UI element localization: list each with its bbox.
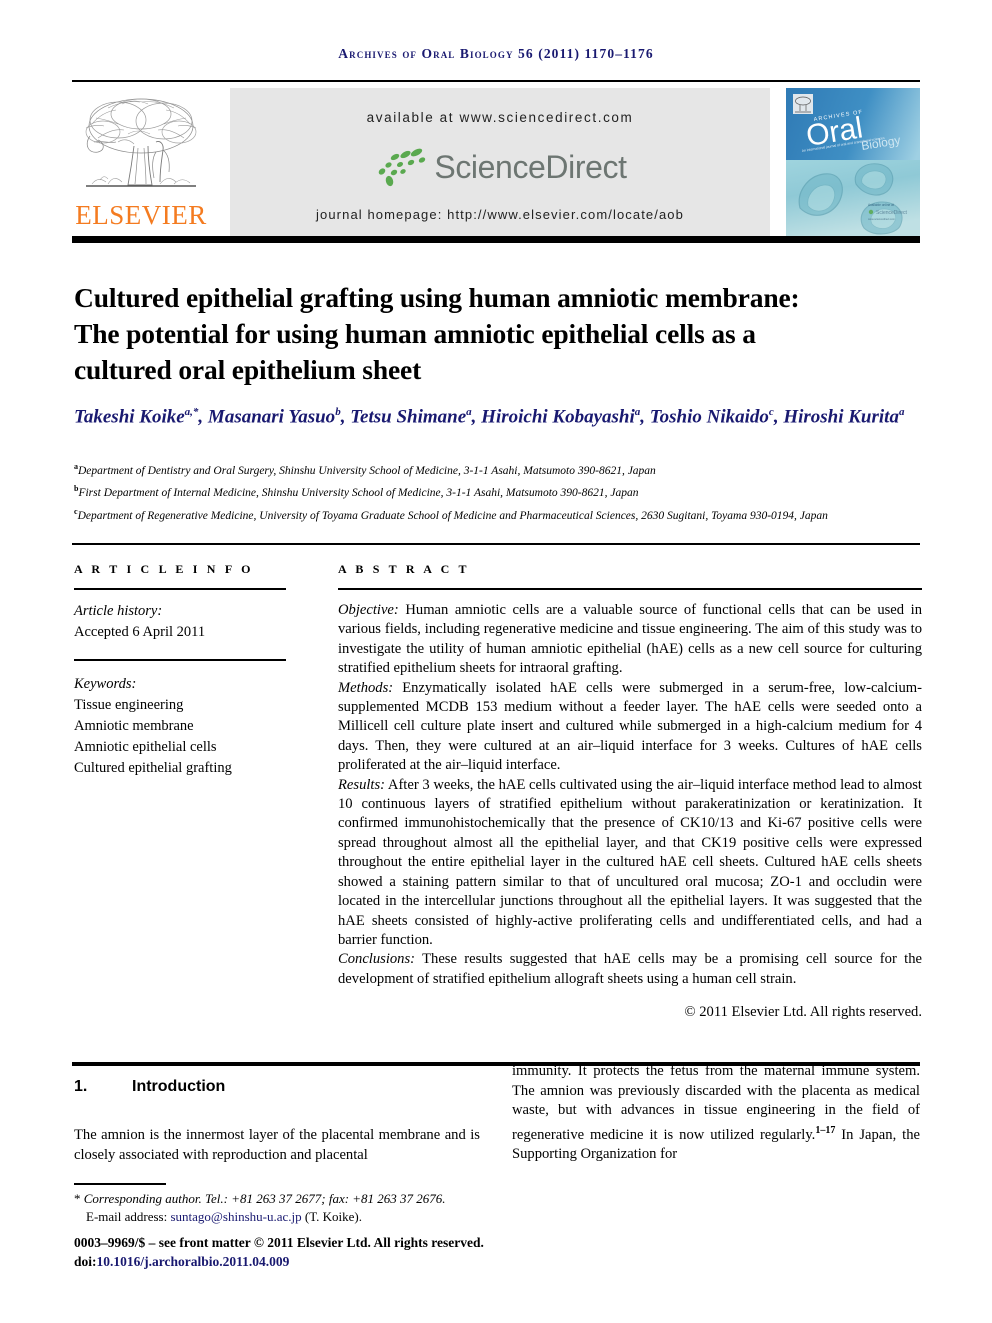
article-history-block: Article history: Accepted 6 April 2011 <box>74 601 286 643</box>
abstract-heading: A B S T R A C T <box>338 562 470 576</box>
sciencedirect-swoosh-icon <box>379 148 426 187</box>
article-history-value: Accepted 6 April 2011 <box>74 624 206 640</box>
abstract-section-text: Enzymatically isolated hAE cells were su… <box>338 679 922 774</box>
abstract-section-text: After 3 weeks, the hAE cells cultivated … <box>338 776 922 948</box>
front-matter-block: 0003–9969/$ – see front matter © 2011 El… <box>74 1233 534 1271</box>
body-column-right: immunity. It protects the fetus from the… <box>512 1062 920 1164</box>
page-title: Cultured epithelial grafting using human… <box>74 282 800 386</box>
footnote-rule <box>74 1183 166 1185</box>
abstract-section-text: These results suggested that hAE cells m… <box>338 951 922 987</box>
elsevier-logo-cell: ELSEVIER <box>72 88 210 236</box>
elsevier-wordmark: ELSEVIER <box>75 200 207 230</box>
abstract-section-heading: Conclusions: <box>338 951 416 968</box>
journal-cover-image: ARCHIVES OF Oral Biology An internationa… <box>786 88 920 236</box>
running-head: Archives of Oral Biology 56 (2011) 1170–… <box>338 46 654 61</box>
abstract-section: Objective: Human amniotic cells are a va… <box>338 601 922 679</box>
affiliation-item: aDepartment of Dentistry and Oral Surger… <box>74 458 924 480</box>
sciencedirect-logo: ScienceDirect <box>230 140 770 194</box>
section-number: 1. <box>74 1078 88 1095</box>
doi-label: doi: <box>74 1254 97 1269</box>
header-bottom-rule <box>72 236 920 243</box>
abstract-body: Objective: Human amniotic cells are a va… <box>338 601 922 1023</box>
email-owner: (T. Koike). <box>304 1209 363 1224</box>
doi-line: doi:10.1016/j.archoralbio.2011.04.009 <box>74 1252 534 1271</box>
abstract-rule <box>338 588 922 590</box>
affiliation-text: Department of Dentistry and Oral Surgery… <box>78 464 656 477</box>
body-paragraph: immunity. It protects the fetus from the… <box>512 1062 920 1164</box>
keyword-item: Amniotic epithelial cells <box>74 739 217 755</box>
abstract-section-heading: Objective: <box>338 602 399 618</box>
keywords-rule <box>74 659 286 661</box>
keyword-item: Tissue engineering <box>74 697 184 713</box>
corresponding-author-note: * Corresponding author. Tel.: +81 263 37… <box>74 1190 504 1208</box>
abstract-section: Methods: Enzymatically isolated hAE cell… <box>338 679 922 776</box>
affiliation-text: First Department of Internal Medicine, S… <box>78 487 639 500</box>
citation-reference[interactable]: 1–17 <box>815 1125 835 1136</box>
keyword-item: Amniotic membrane <box>74 718 194 734</box>
journal-article-page: Archives of Oral Biology 56 (2011) 1170–… <box>0 0 992 1323</box>
email-label: E-mail address: <box>86 1209 168 1224</box>
corresponding-author-text: Corresponding author. Tel.: +81 263 37 2… <box>83 1191 446 1206</box>
affiliation-item: bFirst Department of Internal Medicine, … <box>74 480 924 502</box>
article-history-label: Article history: <box>74 603 163 619</box>
journal-homepage-text[interactable]: journal homepage: http://www.elsevier.co… <box>230 207 770 222</box>
available-at-text: available at www.sciencedirect.com <box>366 110 634 125</box>
abstract-section-heading: Results: <box>338 776 386 793</box>
keywords-block: Keywords: Tissue engineering Amniotic me… <box>74 674 286 779</box>
sciencedirect-wordmark: ScienceDirect <box>434 148 627 185</box>
body-column-left: The amnion is the innermost layer of the… <box>74 1126 480 1165</box>
section-title: Introduction <box>132 1078 226 1095</box>
keyword-item: Cultured epithelial grafting <box>74 760 232 776</box>
affiliation-list: aDepartment of Dentistry and Oral Surger… <box>74 458 924 525</box>
header-top-rule <box>72 80 920 82</box>
affiliation-item: cDepartment of Regenerative Medicine, Un… <box>74 503 924 525</box>
email-note: E-mail address: suntago@shinshu-u.ac.jp … <box>74 1208 504 1226</box>
svg-text:ScienceDirect: ScienceDirect <box>876 210 907 216</box>
front-matter-text: 0003–9969/$ – see front matter © 2011 El… <box>74 1235 484 1250</box>
abstract-section: Conclusions: These results suggested tha… <box>338 950 922 989</box>
abstract-section: Results: After 3 weeks, the hAE cells cu… <box>338 776 922 951</box>
article-info-column: A R T I C L E I N F O Article history: A… <box>74 562 286 779</box>
info-abstract-top-rule <box>72 543 920 545</box>
svg-text:Available online at: Available online at <box>868 203 894 207</box>
keywords-label: Keywords: <box>74 676 137 692</box>
article-info-rule <box>74 588 286 590</box>
journal-header-band: ELSEVIER available at www.sciencedirect.… <box>72 88 920 236</box>
abstract-column: A B S T R A C T Objective: Human amnioti… <box>338 562 922 1023</box>
abstract-section-heading: Methods: <box>338 679 394 696</box>
abstract-section-text: Human amniotic cells are a valuable sour… <box>338 602 922 677</box>
author-list: Takeshi Koikea,*, Masanari Yasuob, Tetsu… <box>74 406 905 428</box>
affiliation-text: Department of Regenerative Medicine, Uni… <box>77 509 828 522</box>
doi-link[interactable]: 10.1016/j.archoralbio.2011.04.009 <box>97 1254 290 1269</box>
sciencedirect-band: available at www.sciencedirect.com Scien… <box>230 88 770 236</box>
abstract-copyright: © 2011 Elsevier Ltd. All rights reserved… <box>684 1004 922 1021</box>
elsevier-tree-icon <box>78 90 204 200</box>
svg-text:www.sciencedirect.com: www.sciencedirect.com <box>868 217 895 221</box>
corresponding-marker: * <box>74 1191 81 1206</box>
body-paragraph: The amnion is the innermost layer of the… <box>74 1127 480 1163</box>
email-link[interactable]: suntago@shinshu-u.ac.jp <box>170 1209 301 1224</box>
article-info-heading: A R T I C L E I N F O <box>74 562 254 576</box>
footnote-block: * Corresponding author. Tel.: +81 263 37… <box>74 1190 504 1226</box>
section-heading-introduction: 1. Introduction <box>74 1078 225 1096</box>
